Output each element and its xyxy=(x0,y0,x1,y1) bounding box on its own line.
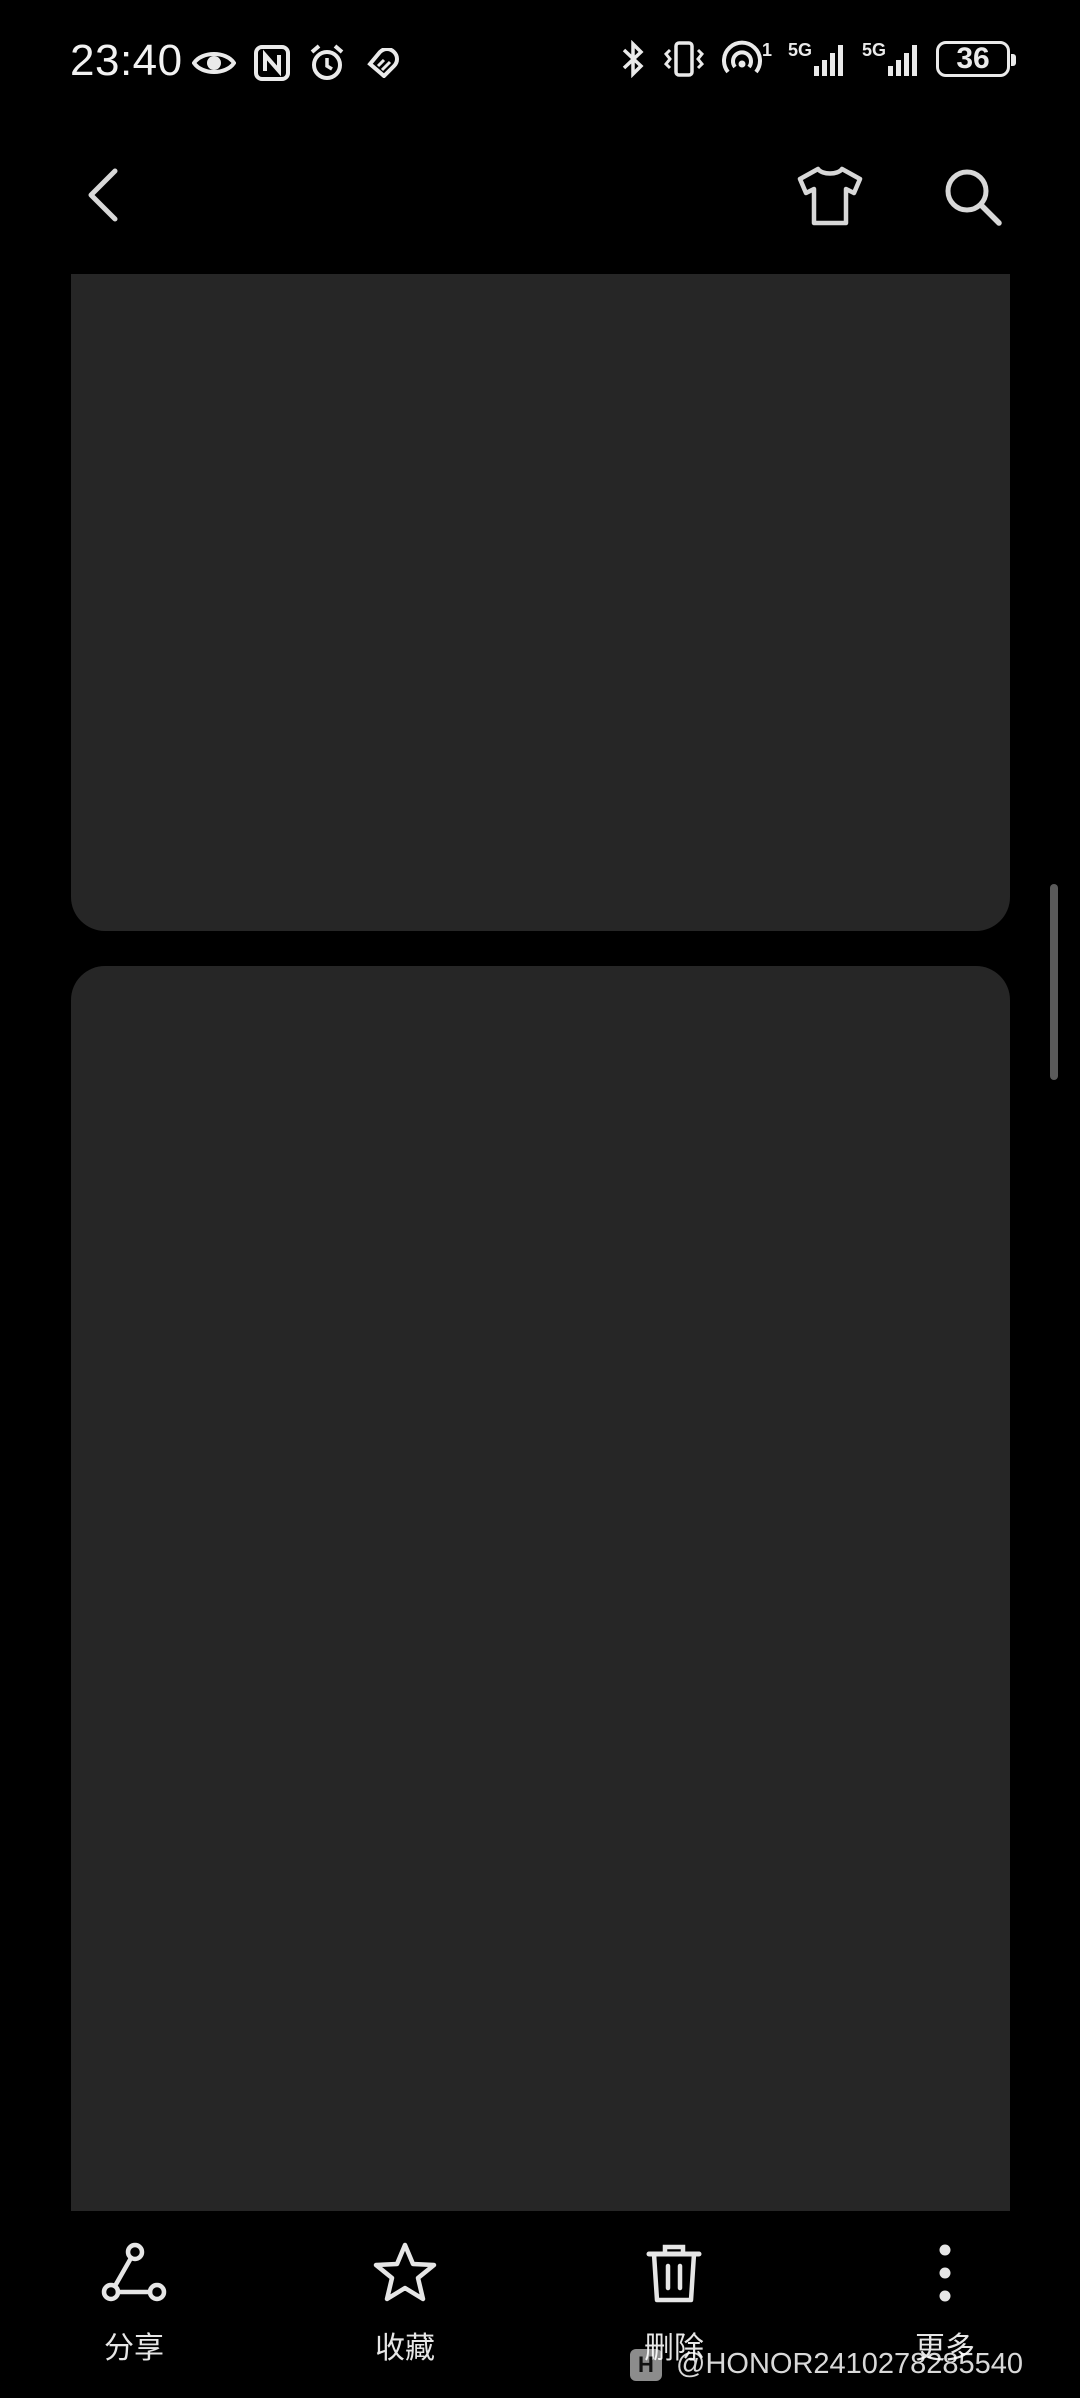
more-vertical-icon xyxy=(912,2242,978,2309)
content-card-lower[interactable] xyxy=(71,966,1010,2211)
vibrate-icon xyxy=(662,40,706,78)
nfc-icon xyxy=(254,45,290,81)
share-icon xyxy=(101,2242,167,2309)
theme-button[interactable] xyxy=(790,158,870,238)
hotspot-icon: 1 xyxy=(722,40,772,78)
status-bar: 23:40 1 5G 5G 36 xyxy=(0,0,1080,130)
watermark: H @HONOR2410278285540 xyxy=(630,2348,1023,2381)
eye-icon xyxy=(192,48,236,78)
trash-icon xyxy=(641,2242,707,2309)
watermark-text: @HONOR2410278285540 xyxy=(676,2348,1024,2380)
bluetooth-icon xyxy=(620,40,646,78)
search-icon xyxy=(941,165,1003,232)
top-toolbar xyxy=(0,140,1080,250)
status-right-icons: 1 5G 5G 36 xyxy=(620,40,1016,78)
honor-logo-icon: H xyxy=(630,2348,662,2381)
signal-5g-2-icon: 5G xyxy=(862,40,920,78)
health-icon xyxy=(364,48,402,78)
favorite-label: 收藏 xyxy=(375,2331,435,2366)
back-button[interactable] xyxy=(68,162,138,232)
alarm-icon xyxy=(308,44,346,82)
hotspot-count: 1 xyxy=(761,40,772,60)
scrollbar[interactable] xyxy=(1050,884,1058,1080)
network-1-label: 5G xyxy=(787,40,812,60)
signal-5g-1-icon: 5G xyxy=(788,40,846,78)
favorite-button[interactable]: 收藏 xyxy=(305,2242,505,2367)
content-card-upper[interactable] xyxy=(71,274,1010,931)
share-button[interactable]: 分享 xyxy=(34,2242,234,2367)
tshirt-icon xyxy=(796,165,864,232)
battery-indicator: 36 xyxy=(936,41,1016,77)
battery-level: 36 xyxy=(956,42,990,75)
status-left-icons xyxy=(192,44,402,82)
share-label: 分享 xyxy=(104,2331,164,2366)
chevron-left-icon xyxy=(83,167,123,228)
network-2-label: 5G xyxy=(861,40,886,60)
star-icon xyxy=(372,2242,438,2309)
status-time: 23:40 xyxy=(70,36,183,85)
search-button[interactable] xyxy=(932,158,1012,238)
